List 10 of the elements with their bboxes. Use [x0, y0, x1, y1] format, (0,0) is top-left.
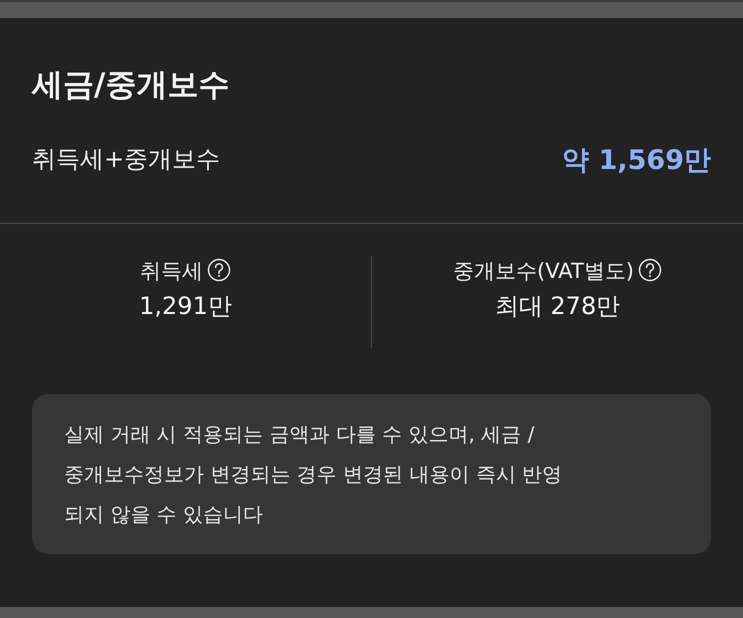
help-icon[interactable]	[207, 258, 231, 282]
notice-text: 실제 거래 시 적용되는 금액과 다를 수 있으며, 세금 / 중개보수정보가 변경되는 경우 변경된 내용이 즉시 반영 되지 않을 수 있습니다	[32, 394, 711, 554]
total-value: 약 1,569만	[562, 144, 711, 178]
section-title: 세금/중개보수	[30, 66, 230, 105]
breakdown-value: 1,291만	[139, 292, 232, 320]
breakdown-value: 최대 278만	[494, 292, 620, 320]
help-icon[interactable]	[638, 258, 662, 282]
breakdown-label: 취득세	[140, 259, 203, 283]
breakdown-label: 중개보수(VAT별도)	[453, 259, 634, 283]
total-label: 취득세+중개보수	[32, 144, 220, 175]
